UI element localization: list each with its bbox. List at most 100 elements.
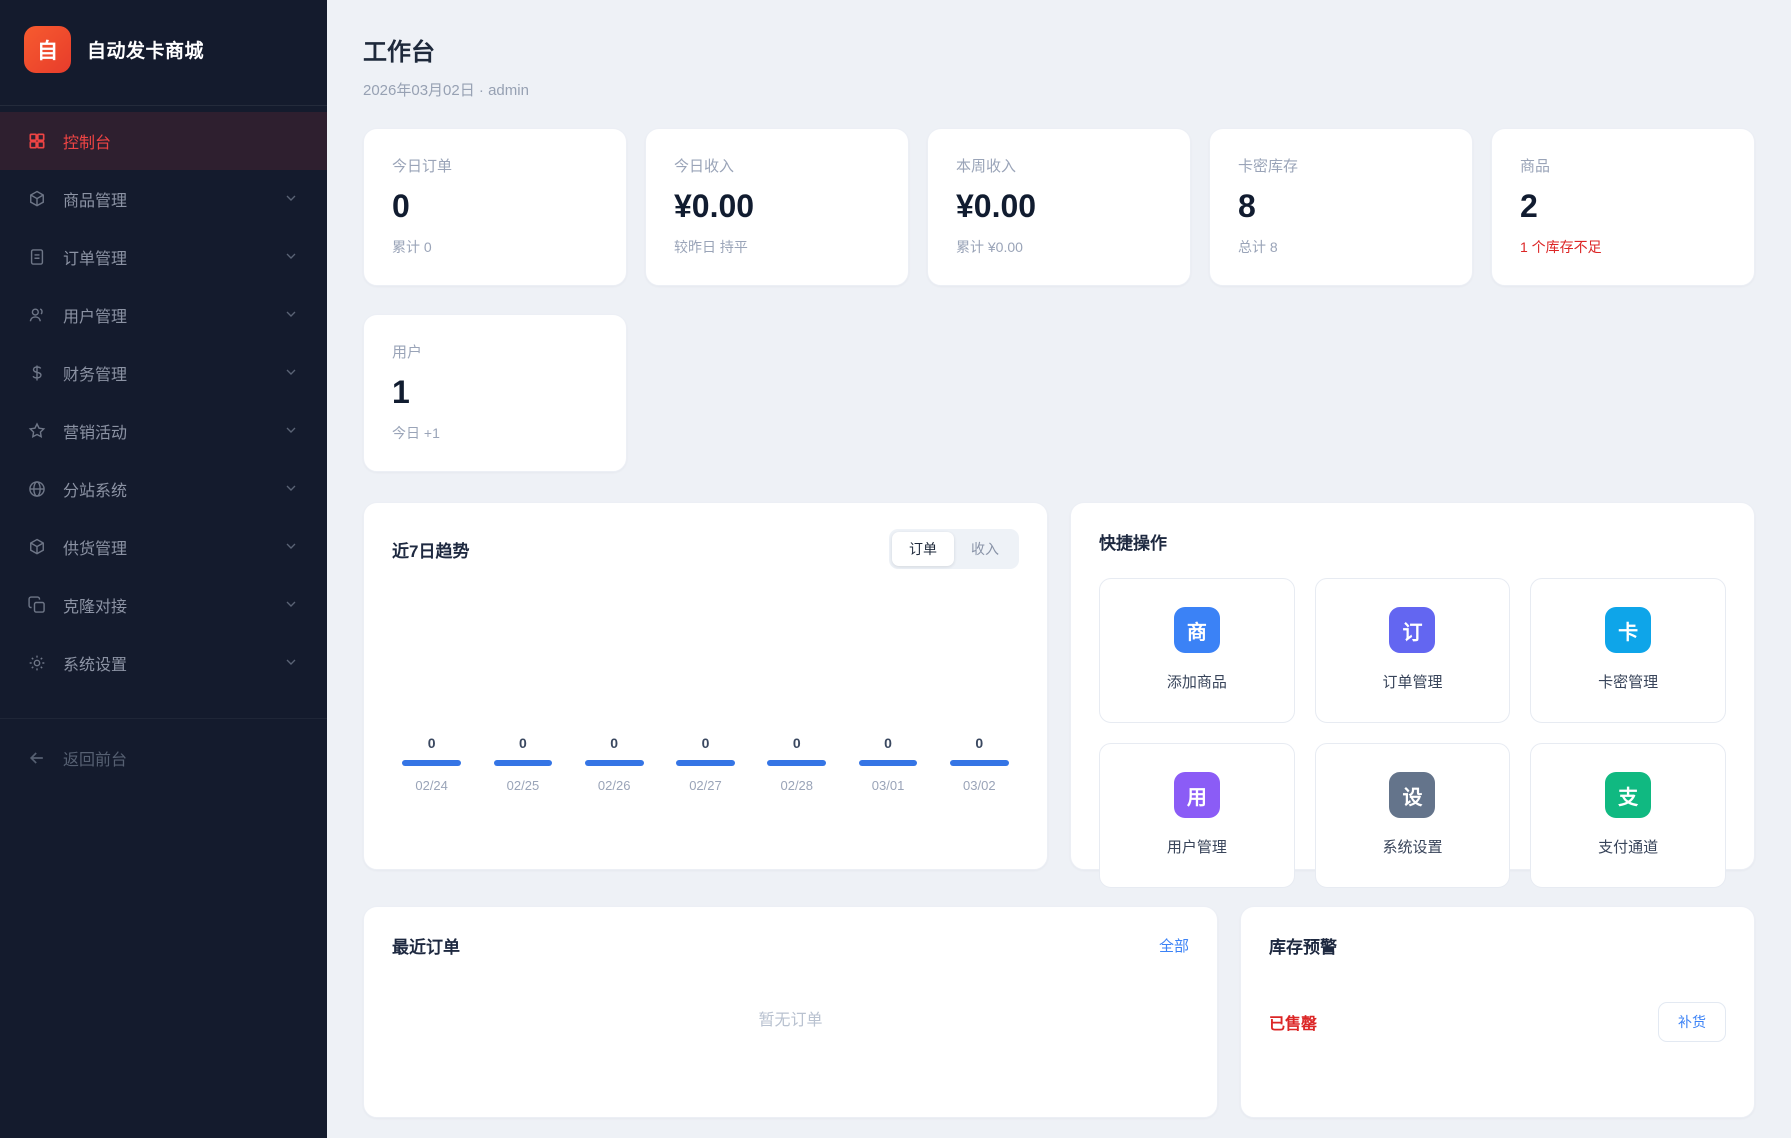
bar — [858, 760, 918, 766]
app-title: 自动发卡商城 — [87, 41, 205, 62]
bar — [402, 760, 461, 766]
sidebar-item-subsites[interactable]: 分站系统 — [0, 460, 327, 518]
bar — [493, 760, 553, 766]
stat-value: ¥0.00 — [674, 188, 755, 224]
tab-orders[interactable]: 订单 — [892, 532, 954, 566]
stat-sub: 今日 +1 — [392, 425, 440, 441]
quick-action-label: 用户管理 — [1166, 839, 1227, 856]
bar-chart: 0 02/24 0 02/25 0 02/26 0 02/27 0 02/28 … — [392, 735, 1019, 843]
document-icon — [26, 246, 48, 268]
sidebar-item-marketing[interactable]: 营销活动 — [0, 402, 327, 460]
chart-column: 0 02/28 — [757, 735, 836, 793]
back-to-frontend-link[interactable]: 返回前台 — [0, 729, 327, 787]
sidebar-item-clone[interactable]: 克隆对接 — [0, 576, 327, 634]
bar-value-label: 0 — [792, 735, 801, 751]
stats-row-1: 今日订单 0 累计 0 今日收入 ¥0.00 较昨日 持平 本周收入 ¥0.00… — [363, 128, 1755, 286]
quick-action-payment-channels[interactable]: 支 支付通道 — [1530, 743, 1726, 888]
quick-action-system-settings[interactable]: 设 系统设置 — [1314, 743, 1511, 888]
bar — [676, 760, 735, 766]
sold-out-status: 已售罄 — [1268, 1016, 1317, 1033]
bar-value-label: 0 — [610, 735, 619, 751]
chevron-down-icon — [283, 538, 301, 556]
quick-action-card-management[interactable]: 卡 卡密管理 — [1530, 578, 1726, 723]
dollar-icon — [26, 362, 48, 384]
chart-column: 0 03/02 — [940, 735, 1019, 793]
stat-value: 2 — [1520, 188, 1538, 224]
stock-alert-row: 已售罄 补货 — [1269, 1002, 1726, 1042]
star-icon — [26, 420, 48, 442]
stat-label: 本周收入 — [956, 158, 1017, 175]
stat-sub: 总计 8 — [1238, 239, 1278, 255]
x-tick-label: 03/01 — [871, 778, 905, 793]
stock-alert-title: 库存预警 — [1268, 938, 1337, 957]
x-tick-label: 02/25 — [506, 778, 540, 793]
user-badge-icon: 用 — [1173, 772, 1220, 818]
chevron-down-icon — [283, 596, 301, 614]
back-to-frontend-label: 返回前台 — [63, 752, 128, 769]
sidebar-menu: 控制台 商品管理 订单管理 用户管理 财务管理 营销活动 分站系统 供货管理 克… — [0, 112, 327, 692]
sidebar-footer: 返回前台 — [0, 718, 327, 787]
quick-actions-card: 快捷操作 商 添加商品 订 订单管理 卡 卡密管理 用 用户管理 设 系统设置 … — [1070, 502, 1755, 888]
restock-button[interactable]: 补货 — [1658, 1002, 1726, 1042]
sidebar-item-label: 用户管理 — [63, 309, 128, 326]
sidebar-item-products[interactable]: 商品管理 — [0, 170, 327, 228]
x-tick-label: 02/24 — [415, 778, 448, 793]
x-tick-label: 02/26 — [597, 778, 631, 793]
sidebar-item-label: 订单管理 — [63, 251, 128, 268]
gear-icon — [26, 652, 48, 674]
quick-action-add-product[interactable]: 商 添加商品 — [1099, 578, 1295, 723]
recent-orders-title: 最近订单 — [392, 938, 460, 957]
sidebar-item-label: 供货管理 — [63, 541, 128, 558]
bar-value-label: 0 — [427, 735, 436, 751]
trend-chart-header: 近7日趋势 订单 收入 — [392, 529, 1019, 569]
bar — [584, 760, 644, 766]
quick-action-label: 系统设置 — [1382, 839, 1443, 856]
settings-badge-icon: 设 — [1389, 772, 1436, 818]
stat-label: 商品 — [1520, 158, 1551, 175]
bar-value-label: 0 — [884, 735, 892, 751]
sidebar-item-users[interactable]: 用户管理 — [0, 286, 327, 344]
x-tick-label: 02/28 — [780, 778, 814, 793]
cube-icon — [26, 188, 48, 210]
payment-badge-icon: 支 — [1605, 772, 1652, 818]
quick-action-order-management[interactable]: 订 订单管理 — [1314, 578, 1511, 723]
view-all-link[interactable]: 全部 — [1159, 935, 1189, 956]
stat-card-users: 用户 1 今日 +1 — [363, 314, 627, 472]
app-logo: 自 — [24, 26, 71, 73]
tab-revenue[interactable]: 收入 — [954, 532, 1016, 566]
stat-sub: 累计 0 — [392, 239, 432, 255]
stat-label: 今日收入 — [674, 158, 735, 175]
sidebar-item-supply[interactable]: 供货管理 — [0, 518, 327, 576]
trend-chart-card: 近7日趋势 订单 收入 0 02/24 0 02/25 0 02/26 0 02… — [363, 502, 1048, 870]
quick-action-label: 卡密管理 — [1598, 674, 1659, 691]
chart-column: 0 03/01 — [848, 735, 927, 793]
stat-card-today-revenue: 今日收入 ¥0.00 较昨日 持平 — [645, 128, 909, 286]
x-tick-label: 03/02 — [963, 778, 996, 793]
quick-action-label: 支付通道 — [1598, 839, 1659, 856]
stat-sub-low-stock-warning: 1 个库存不足 — [1520, 239, 1602, 255]
sidebar-item-dashboard[interactable]: 控制台 — [0, 112, 327, 170]
quick-action-label: 添加商品 — [1166, 674, 1227, 691]
arrow-left-icon — [26, 747, 48, 769]
stat-card-today-orders: 今日订单 0 累计 0 — [363, 128, 627, 286]
quick-action-user-management[interactable]: 用 用户管理 — [1099, 743, 1295, 888]
stat-value: 0 — [392, 188, 410, 224]
stats-row-2: 用户 1 今日 +1 — [363, 314, 1755, 472]
bar — [767, 760, 827, 766]
quick-action-label: 订单管理 — [1382, 674, 1443, 691]
chart-column: 0 02/25 — [483, 735, 562, 793]
brand: 自 自动发卡商城 — [0, 0, 327, 97]
sidebar-item-finance[interactable]: 财务管理 — [0, 344, 327, 402]
sidebar-item-label: 分站系统 — [63, 483, 128, 500]
stat-value: 8 — [1238, 188, 1256, 224]
sidebar-item-orders[interactable]: 订单管理 — [0, 228, 327, 286]
sidebar-item-label: 商品管理 — [63, 193, 128, 210]
globe-icon — [26, 478, 48, 500]
sidebar-item-settings[interactable]: 系统设置 — [0, 634, 327, 692]
bar-value-label: 0 — [975, 735, 984, 751]
sidebar-item-label: 财务管理 — [63, 367, 128, 384]
main-content: 工作台 2026年03月02日 · admin 今日订单 0 累计 0 今日收入… — [327, 0, 1791, 1138]
chart-column: 0 02/27 — [666, 735, 745, 793]
stat-card-week-revenue: 本周收入 ¥0.00 累计 ¥0.00 — [927, 128, 1191, 286]
page-subtitle: 2026年03月02日 · admin — [363, 82, 529, 99]
